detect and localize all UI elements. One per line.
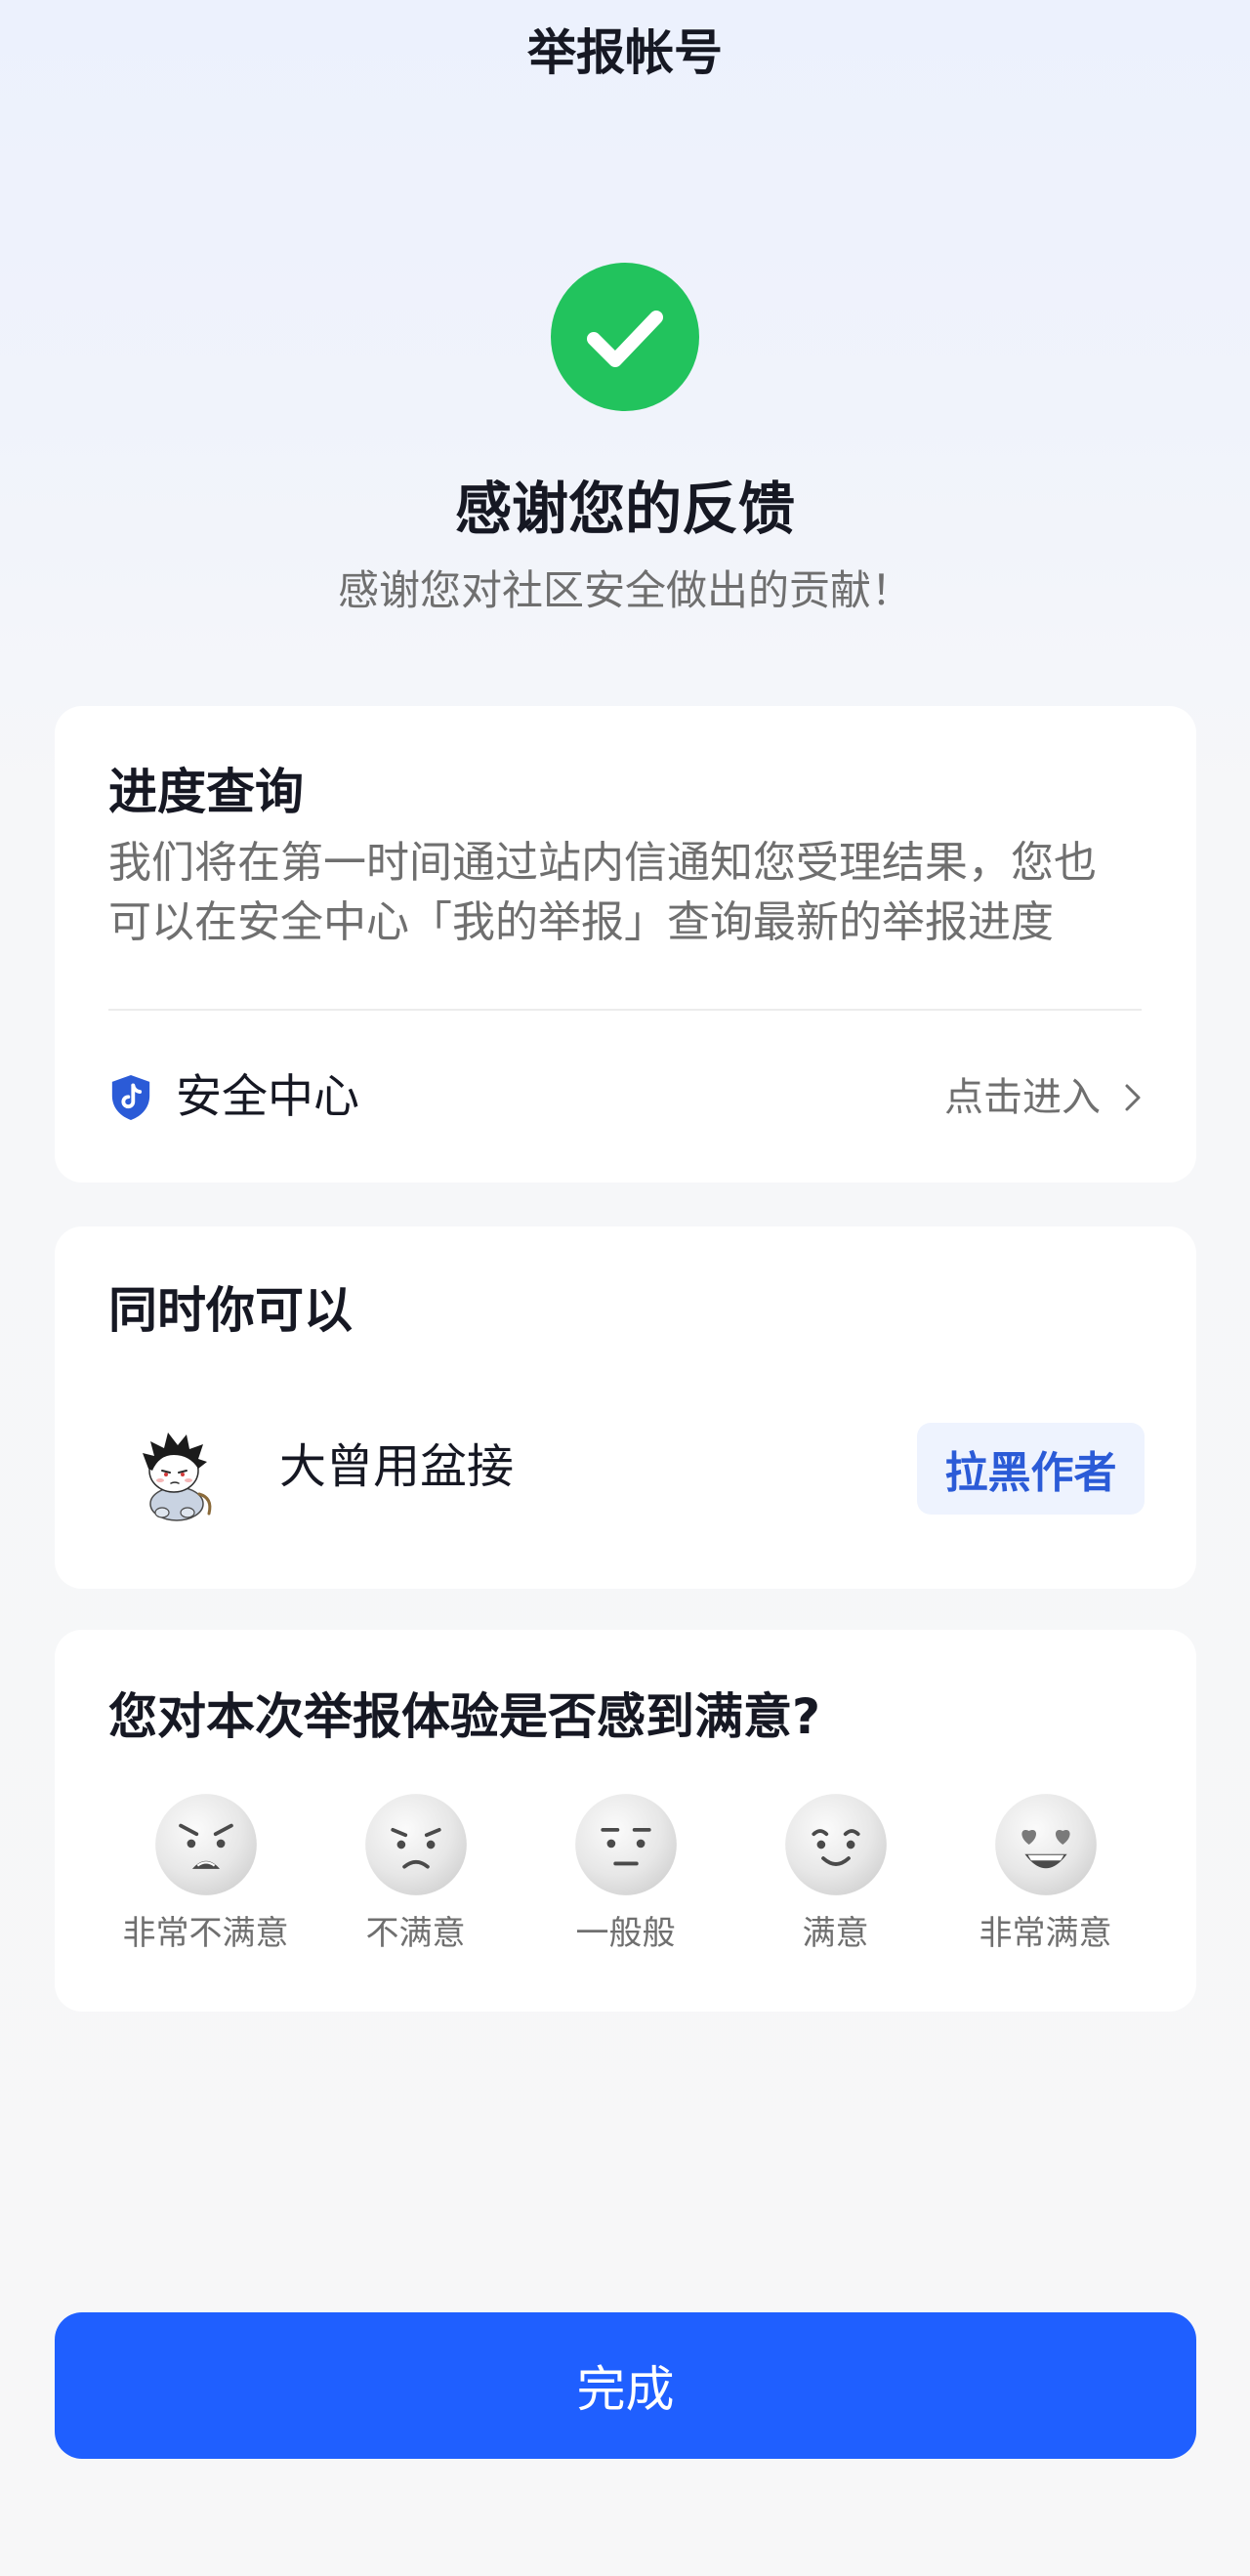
progress-description: 我们将在第一时间通过站内信通知您受理结果，您也 可以在安全中心「我的举报」查询最… — [108, 833, 1142, 952]
header: 举报帐号 — [0, 0, 1250, 105]
result-subtitle: 感谢您对社区安全做出的贡献！ — [337, 566, 912, 614]
avatar[interactable] — [123, 1416, 230, 1523]
enter-label: 点击进入 — [944, 1075, 1101, 1120]
page-title: 举报帐号 — [527, 24, 723, 81]
progress-card: 进度查询 我们将在第一时间通过站内信通知您受理结果，您也 可以在安全中心「我的举… — [55, 706, 1196, 1183]
rating-option-neutral[interactable]: 一般般 — [521, 1792, 730, 1954]
rating-label: 不满意 — [365, 1914, 466, 1953]
rating-option-dissatisfied[interactable]: 不满意 — [311, 1792, 521, 1954]
progress-description-line: 我们将在第一时间通过站内信通知您受理结果，您也 — [108, 838, 1097, 888]
dissatisfied-face-icon — [364, 1794, 467, 1895]
actions-card-title: 同时你可以 — [108, 1282, 353, 1339]
rating-label: 一般般 — [575, 1914, 676, 1953]
block-author-button[interactable]: 拉黑作者 — [917, 1423, 1145, 1515]
progress-description-line: 可以在安全中心「我的举报」查询最新的举报进度 — [108, 897, 1054, 947]
progress-card-title: 进度查询 — [108, 764, 304, 820]
rating-label: 非常满意 — [979, 1914, 1112, 1953]
check-circle-icon — [551, 263, 699, 411]
satisfaction-card: 您对本次举报体验是否感到满意? 非常不满意 不满意 一般般 满意 非常满意 — [55, 1630, 1196, 2012]
actions-card: 同时你可以 大曾用盆接 拉黑作者 — [55, 1226, 1196, 1589]
security-center-link[interactable]: 安全中心 点击进入 — [108, 1068, 1142, 1127]
satisfied-face-icon — [784, 1794, 887, 1895]
chevron-right-icon — [1125, 1084, 1141, 1111]
rating-option-satisfied[interactable]: 满意 — [730, 1792, 940, 1954]
result-title: 感谢您的反馈 — [454, 476, 795, 542]
rating-label: 非常不满意 — [122, 1914, 289, 1953]
divider — [108, 1009, 1142, 1011]
very-dissatisfied-face-icon — [154, 1794, 257, 1895]
shield-icon — [111, 1075, 150, 1120]
rating-label: 满意 — [802, 1914, 869, 1953]
done-button[interactable]: 完成 — [55, 2312, 1196, 2459]
security-center-label: 安全中心 — [176, 1070, 359, 1124]
satisfaction-question: 您对本次举报体验是否感到满意? — [108, 1688, 821, 1745]
very-satisfied-face-icon — [994, 1794, 1097, 1895]
rating-option-very-dissatisfied[interactable]: 非常不满意 — [101, 1792, 311, 1954]
rating-option-very-satisfied[interactable]: 非常满意 — [940, 1792, 1150, 1954]
author-name: 大曾用盆接 — [279, 1439, 515, 1494]
neutral-face-icon — [574, 1794, 677, 1895]
rating-options: 非常不满意 不满意 一般般 满意 非常满意 — [101, 1792, 1150, 1954]
enter-security-center-button[interactable]: 点击进入 — [944, 1068, 1142, 1127]
